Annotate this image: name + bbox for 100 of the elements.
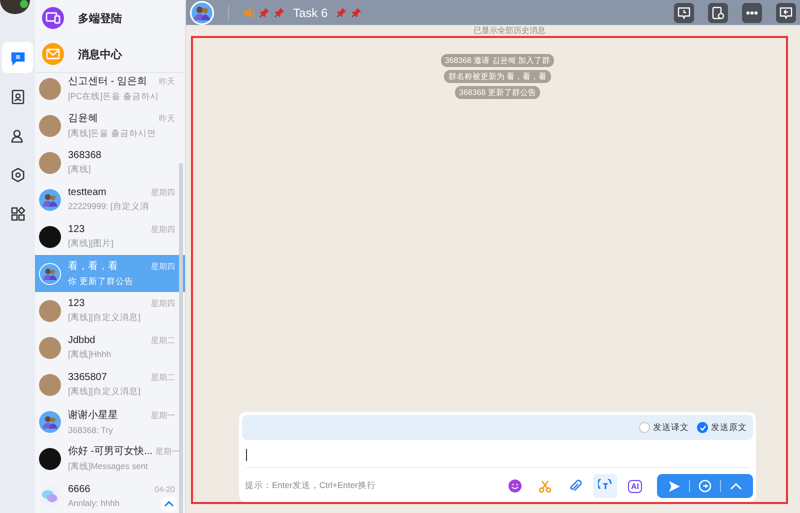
devices-icon: [42, 7, 64, 29]
conversation-preview: 22229999: [自定义消: [68, 200, 149, 212]
conversation-time: 星期四: [151, 261, 175, 272]
conversation-time: 星期四: [151, 224, 175, 234]
conversation-name: 김윤혜: [68, 112, 98, 125]
conversation-item[interactable]: 123 星期四 [离线][图片]: [35, 218, 185, 255]
conversation-item[interactable]: testteam 星期四 22229999: [自定义消: [35, 181, 185, 218]
conversation-name: 3365807: [68, 372, 107, 382]
system-notice: 368368 更新了群公告: [455, 86, 540, 99]
hexagon-settings-icon: [10, 166, 26, 182]
conversation-time: 星期一: [151, 410, 175, 421]
person-icon: [10, 128, 26, 144]
ai-button[interactable]: AI: [623, 474, 647, 498]
conversation-name: 123: [68, 224, 85, 234]
pin-icon: [336, 7, 347, 18]
conversation-name: 신고센터 - 임은희: [68, 75, 147, 88]
conversation-preview: [离线]돈을 출금하시면: [68, 128, 156, 140]
reply-bubble-icon: [779, 6, 793, 20]
pin-icon: [274, 7, 285, 18]
conversation-item[interactable]: 谢谢小星星 星期一 368368: Try: [35, 403, 185, 440]
photo-placeholder: [39, 336, 61, 358]
send-option[interactable]: 发送译文: [639, 422, 689, 434]
conversation-name: 看，看，看: [68, 260, 118, 273]
pin-icon: [350, 7, 362, 18]
caret-up-icon: [164, 501, 174, 507]
conversation-name: testteam: [68, 186, 106, 198]
group-avatar-icon: [39, 262, 61, 284]
chat-nav-button[interactable]: [2, 42, 33, 73]
caret-up-icon: [730, 482, 742, 490]
user-avatar[interactable]: [0, 0, 30, 14]
system-notice: 群名称被更新为 看，看，看: [444, 70, 551, 83]
conversation-name: 6666: [68, 484, 90, 494]
photo-placeholder: [39, 374, 61, 396]
conversation-preview: [离线][图片]: [68, 238, 114, 250]
conversation-preview: [离线]: [68, 164, 91, 176]
conversation-time: 星期二: [151, 372, 175, 382]
megaphone-icon: [243, 6, 255, 18]
conversation-item[interactable]: 신고센터 - 임은희 昨天 [PC在线]돈을 출금하시: [35, 73, 185, 107]
conversation-item[interactable]: 6666 04-20 Annlaly: hhhh: [35, 477, 185, 513]
reply-button[interactable]: [776, 2, 796, 22]
conversation-name: 368368: [68, 150, 102, 160]
translate-button[interactable]: [593, 474, 617, 498]
document-clock-icon: [711, 6, 725, 20]
conversation-preview: [离线][自定义消息]: [68, 386, 140, 398]
conversation-item[interactable]: 3365807 星期二 [离线][自定义消息]: [35, 366, 185, 403]
chat-bubbles-avatar-icon: [39, 484, 61, 506]
photo-placeholder: [39, 152, 61, 174]
radio-button[interactable]: [639, 422, 650, 433]
send-option[interactable]: 发送原文: [697, 422, 747, 434]
conversation-item[interactable]: Jdbbd 星期二 [离线]Hhhh: [35, 329, 185, 366]
scrollbar[interactable]: [179, 163, 183, 513]
photo-placeholder: [39, 114, 61, 136]
input-hint: 提示：Enter发送，Ctrl+Enter换行: [245, 480, 376, 492]
group-avatar-icon: [39, 410, 61, 432]
emoji-icon: [508, 479, 522, 493]
checkmark-icon: [698, 424, 706, 432]
conversation-time: 星期四: [151, 186, 175, 198]
conversation-time: 昨天: [159, 113, 175, 124]
conversation-preview: 你 更新了群公告: [68, 276, 134, 288]
conversation-name: 你好 -可男可女快...: [68, 444, 152, 458]
group-avatar-icon[interactable]: [190, 0, 214, 24]
system-notice: 368368 邀请 김윤혜 加入了群: [440, 54, 554, 67]
conversation-time: 04-20: [154, 484, 175, 494]
conversation-item[interactable]: 368368 [离线]: [35, 144, 185, 181]
conversation-preview: [离线][自定义消息]: [68, 312, 140, 324]
shortcut-label[interactable]: 消息中心: [78, 46, 122, 62]
conversation-time: 星期一: [155, 446, 179, 457]
avatar-placeholder: [39, 448, 61, 470]
scissors-icon: [538, 479, 552, 493]
conversation-preview: [离线]Messages sent: [68, 461, 148, 473]
more-button[interactable]: [742, 2, 762, 22]
scroll-up-button[interactable]: [161, 496, 177, 512]
conversation-name: 谢谢小星星: [68, 408, 118, 422]
conversation-name: Jdbbd: [68, 334, 96, 346]
conversation-time: 星期二: [151, 334, 175, 346]
send-icon: [668, 480, 680, 492]
schedule-button[interactable]: [708, 2, 728, 22]
photo-placeholder: [39, 78, 61, 100]
shortcut-label[interactable]: 多端登陆: [78, 10, 122, 26]
contact-card-icon: [10, 88, 26, 104]
pin-icon: [259, 7, 270, 18]
history-button[interactable]: [674, 2, 694, 22]
conversation-preview: 368368: Try: [68, 425, 113, 435]
conversation-item[interactable]: 김윤혜 昨天 [离线]돈을 출금하시면: [35, 107, 185, 144]
photo-placeholder: [39, 300, 61, 322]
group-avatar-icon: [39, 188, 61, 210]
conversation-preview: Annlaly: hhhh: [68, 498, 120, 508]
conversation-item[interactable]: 123 星期四 [离线][自定义消息]: [35, 292, 185, 329]
conversation-item[interactable]: 你好 -可男可女快... 星期一 [离线]Messages sent: [35, 440, 185, 477]
clock-bubble-icon: [677, 6, 691, 20]
mail-icon: [42, 43, 64, 65]
history-note: 已显示全部历史消息: [474, 25, 546, 36]
conversation-preview: [PC在线]돈을 출금하시: [68, 91, 159, 103]
radio-button[interactable]: [697, 422, 708, 433]
chat-icon: [10, 50, 26, 66]
apps-icon: [10, 206, 26, 222]
conversation-name: 123: [68, 298, 85, 308]
chat-title: Task 6: [293, 6, 328, 20]
conversation-time: 昨天: [159, 76, 175, 87]
conversation-preview: [离线]Hhhh: [68, 348, 112, 360]
